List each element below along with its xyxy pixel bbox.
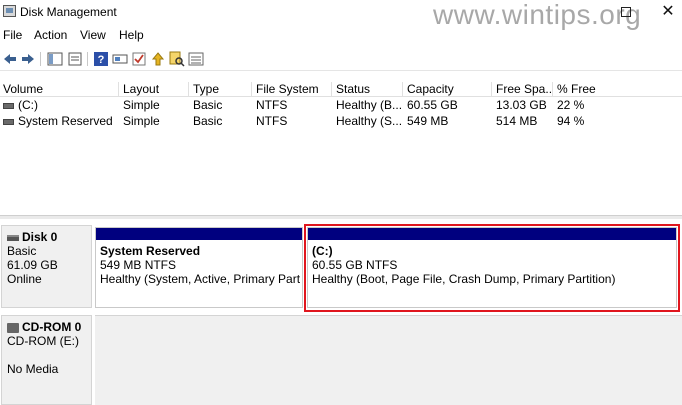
toolbar: ? <box>0 47 682 71</box>
disk-state: Online <box>7 272 42 286</box>
column-layout[interactable]: Layout <box>118 82 188 97</box>
up-icon[interactable] <box>150 51 166 67</box>
column-type[interactable]: Type <box>188 82 251 97</box>
cell-percent-free: 94 % <box>557 114 585 128</box>
cell-capacity: 549 MB <box>407 114 449 128</box>
connect-icon[interactable] <box>112 51 128 67</box>
maximize-icon <box>621 7 631 17</box>
menu-file[interactable]: File <box>3 28 22 42</box>
cdrom-media: No Media <box>7 362 59 376</box>
column-volume[interactable]: Volume <box>0 82 118 97</box>
partition-size: 549 MB NTFS <box>100 258 177 272</box>
menu-view[interactable]: View <box>80 28 106 42</box>
column-free-space[interactable]: Free Spa... <box>491 82 552 97</box>
disk-management-icon <box>3 5 16 17</box>
properties-icon[interactable] <box>67 51 83 67</box>
column-file-system[interactable]: File System <box>251 82 331 97</box>
check-icon[interactable] <box>131 51 147 67</box>
table-row[interactable]: System Reserved Simple Basic NTFS Health… <box>0 114 682 130</box>
back-icon[interactable] <box>2 51 18 67</box>
menu-bar: File Action View Help <box>0 26 682 46</box>
volume-list: Volume Layout Type File System Status Ca… <box>0 79 682 215</box>
window-title: Disk Management <box>20 5 117 19</box>
close-button[interactable]: ✕ <box>656 2 680 22</box>
disk-size: 61.09 GB <box>7 258 58 272</box>
cell-volume: (C:) <box>18 98 38 112</box>
forward-icon[interactable] <box>20 51 36 67</box>
menu-action[interactable]: Action <box>34 28 67 42</box>
toolbar-separator <box>87 52 88 66</box>
cell-status: Healthy (B... <box>336 98 402 112</box>
partition-bar <box>96 228 302 240</box>
console-tree-icon[interactable] <box>47 51 63 67</box>
cell-type: Basic <box>193 114 223 128</box>
cell-capacity: 60.55 GB <box>407 98 458 112</box>
cell-percent-free: 22 % <box>557 98 585 112</box>
cell-layout: Simple <box>123 98 160 112</box>
volume-list-header: Volume Layout Type File System Status Ca… <box>0 79 682 97</box>
title-bar: Disk Management www.wintips.org ✕ <box>0 0 682 30</box>
cdrom-empty-area <box>95 315 682 405</box>
maximize-button[interactable] <box>614 2 638 22</box>
menu-help[interactable]: Help <box>119 28 144 42</box>
column-capacity[interactable]: Capacity <box>402 82 491 97</box>
disk-0-label[interactable]: Disk 0 Basic 61.09 GB Online <box>1 225 92 308</box>
volume-icon <box>3 119 14 125</box>
cdrom-icon <box>7 322 19 333</box>
cell-free-space: 514 MB <box>496 114 538 128</box>
list-icon[interactable] <box>188 51 204 67</box>
disk-name: Disk 0 <box>22 230 58 244</box>
volume-icon <box>3 103 14 109</box>
partition-system-reserved[interactable]: System Reserved 549 MB NTFS Healthy (Sys… <box>95 227 303 308</box>
cdrom-0-label[interactable]: CD-ROM 0 CD-ROM (E:) No Media <box>1 315 92 405</box>
svg-text:?: ? <box>98 54 105 66</box>
cdrom-drive: CD-ROM (E:) <box>7 334 79 348</box>
cell-free-space: 13.03 GB <box>496 98 547 112</box>
partition-status: Healthy (System, Active, Primary Partiti… <box>100 272 300 286</box>
cell-file-system: NTFS <box>256 114 288 128</box>
disk-kind: Basic <box>7 244 37 258</box>
toolbar-separator <box>40 52 41 66</box>
cell-status: Healthy (S... <box>336 114 402 128</box>
cdrom-name: CD-ROM 0 <box>22 320 82 334</box>
column-percent-free[interactable]: % Free <box>552 82 618 97</box>
partition-name: System Reserved <box>100 244 201 258</box>
column-status[interactable]: Status <box>331 82 402 97</box>
table-row[interactable]: (C:) Simple Basic NTFS Healthy (B... 60.… <box>0 98 682 114</box>
search-icon[interactable] <box>169 51 185 67</box>
cell-layout: Simple <box>123 114 160 128</box>
disk-icon <box>7 234 19 241</box>
cell-volume: System Reserved <box>18 114 113 128</box>
highlight-box <box>304 224 680 312</box>
cell-type: Basic <box>193 98 223 112</box>
help-icon[interactable]: ? <box>93 51 109 67</box>
cell-file-system: NTFS <box>256 98 288 112</box>
